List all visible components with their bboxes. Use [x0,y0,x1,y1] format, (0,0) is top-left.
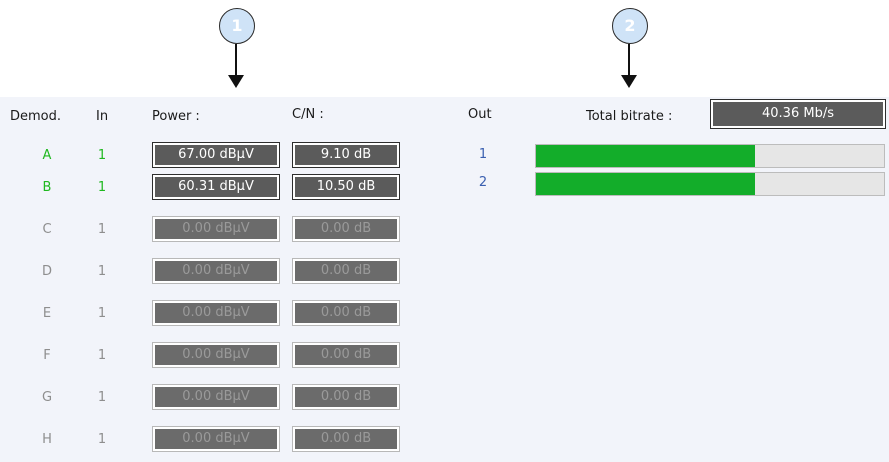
cn-header: C/N : [292,107,324,122]
cn-value: 9.10 dB [295,145,397,165]
cn-value: 0.00 dB [295,219,397,239]
callout-1: 1 [219,8,255,44]
output-bitrate-fill [536,145,756,167]
power-display: 67.00 dBµV [152,142,280,168]
cn-value: 0.00 dB [295,303,397,323]
demod-letter: C [42,222,52,237]
in-header: In [96,109,109,124]
demod-letter: H [42,432,52,447]
power-value: 0.00 dBµV [155,345,277,365]
power-display: 0.00 dBµV [152,300,280,326]
cn-display: 9.10 dB [292,142,400,168]
cn-display: 0.00 dB [292,258,400,284]
power-display: 0.00 dBµV [152,426,280,452]
power-display: 0.00 dBµV [152,216,280,242]
power-display: 0.00 dBµV [152,258,280,284]
cn-value: 0.00 dB [295,387,397,407]
callout-2-arrow-head [621,75,637,88]
total-bitrate-label: Total bitrate : [586,109,673,124]
demod-letter: E [42,306,52,321]
demod-input: 1 [97,264,107,279]
cn-display: 0.00 dB [292,426,400,452]
callout-1-arrow-head [228,75,244,88]
demod-header: Demod. [10,109,62,124]
power-value: 67.00 dBµV [155,145,277,165]
demod-input: 1 [97,390,107,405]
cn-value: 0.00 dB [295,345,397,365]
demod-input: 1 [97,180,107,195]
total-bitrate-value: 40.36 Mb/s [713,102,883,126]
total-bitrate-display: 40.36 Mb/s [710,99,886,129]
output-bitrate-bar [535,172,885,196]
power-value: 0.00 dBµV [155,387,277,407]
demod-letter: D [41,264,52,279]
callout-2: 2 [612,8,648,44]
demod-letter: F [43,348,51,363]
cn-display: 0.00 dB [292,216,400,242]
out-header: Out [468,107,492,122]
callout-1-arrow-line [235,44,237,76]
demod-input: 1 [97,222,107,237]
output-label: 1 [478,147,488,162]
power-display: 0.00 dBµV [152,342,280,368]
output-label: 2 [478,175,488,190]
output-bitrate-bar [535,144,885,168]
power-display: 60.31 dBµV [152,174,280,200]
demod-input: 1 [97,432,107,447]
demod-letter: B [42,180,52,195]
power-display: 0.00 dBµV [152,384,280,410]
output-bitrate-fill [536,173,756,195]
power-value: 0.00 dBµV [155,303,277,323]
power-header: Power : [152,109,200,124]
power-value: 60.31 dBµV [155,177,277,197]
cn-value: 10.50 dB [295,177,397,197]
demod-letter: G [41,390,53,405]
demod-letter: A [42,148,52,163]
demod-input: 1 [97,148,107,163]
demod-input: 1 [97,306,107,321]
power-value: 0.00 dBµV [155,261,277,281]
power-value: 0.00 dBµV [155,219,277,239]
cn-display: 0.00 dB [292,384,400,410]
cn-display: 0.00 dB [292,342,400,368]
cn-display: 10.50 dB [292,174,400,200]
cn-display: 0.00 dB [292,300,400,326]
cn-value: 0.00 dB [295,429,397,449]
callout-2-arrow-line [628,44,630,76]
demod-input: 1 [97,348,107,363]
cn-value: 0.00 dB [295,261,397,281]
power-value: 0.00 dBµV [155,429,277,449]
